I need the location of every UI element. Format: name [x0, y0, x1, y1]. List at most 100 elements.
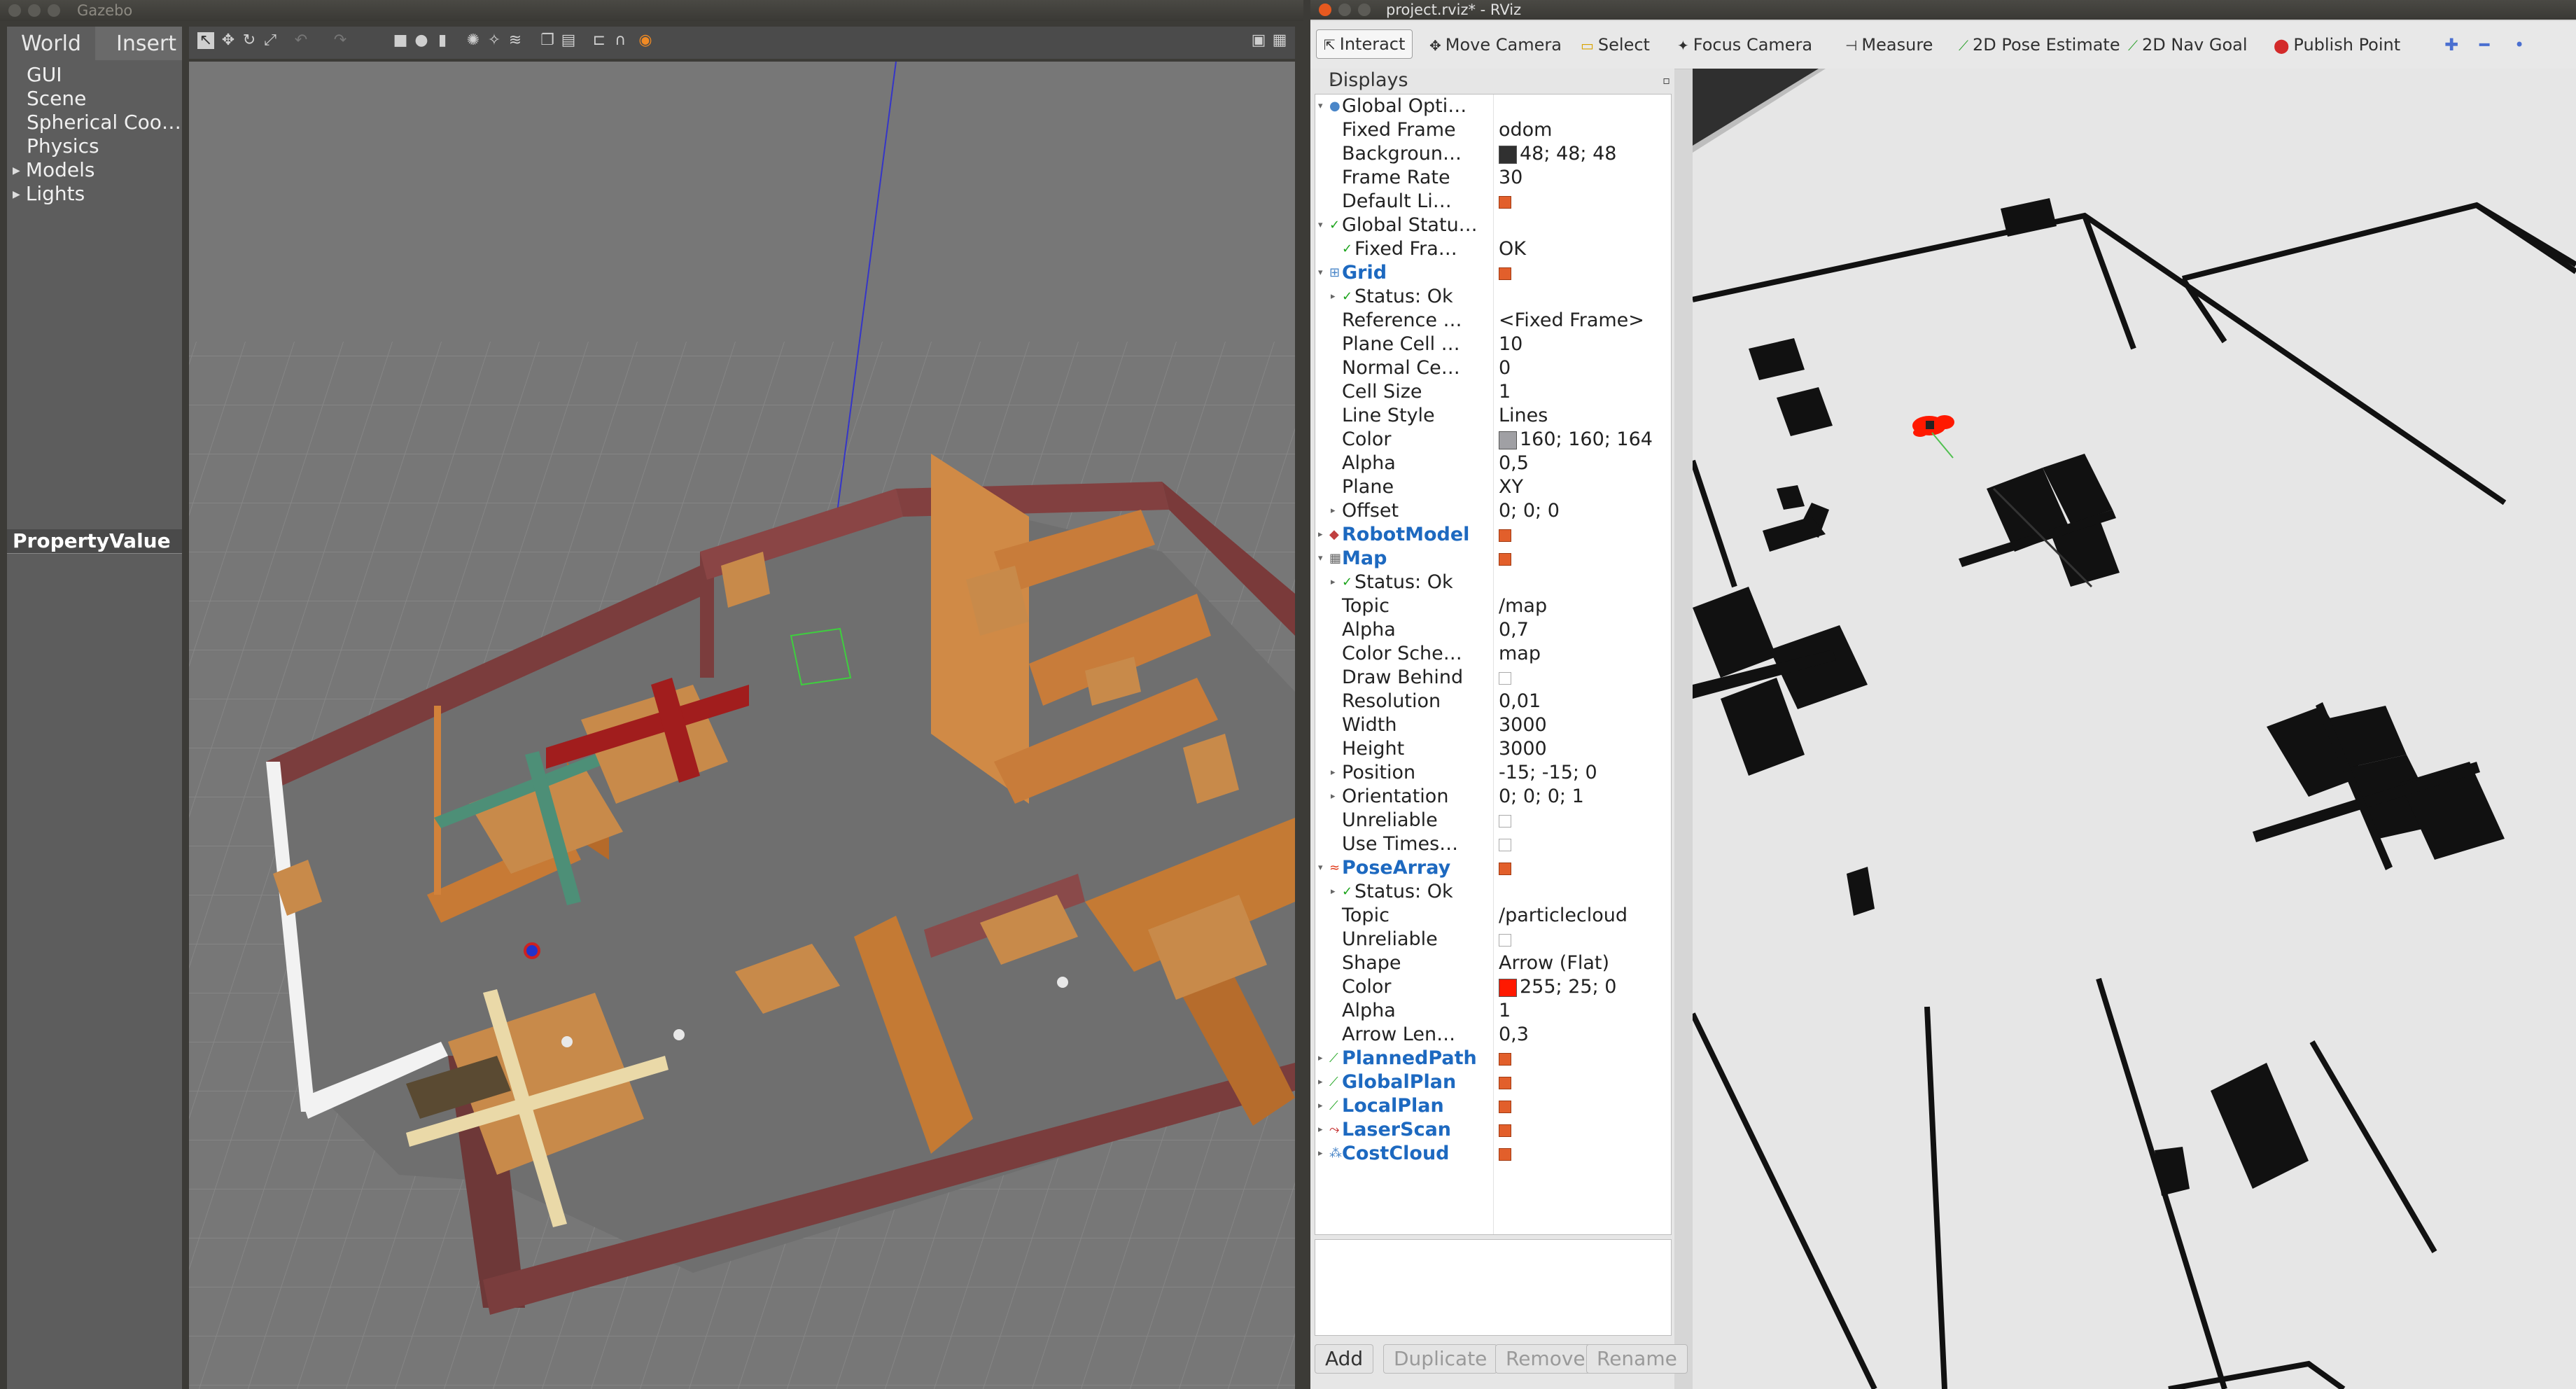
display-row-value[interactable]: OK — [1499, 237, 1526, 261]
tree-item-lights[interactable]: ▶ Lights — [13, 182, 181, 206]
display-row-value[interactable]: 160; 160; 164 — [1499, 428, 1653, 452]
tab-world[interactable]: World — [7, 27, 95, 60]
display-row[interactable]: ▸ ✓ Status: Ok — [1315, 285, 1671, 309]
checkbox[interactable] — [1499, 267, 1511, 280]
display-row[interactable]: ▸ ✓ Status: Ok — [1315, 880, 1671, 904]
display-row-value[interactable] — [1499, 1047, 1511, 1070]
remove-display-button[interactable]: Remove — [1495, 1344, 1596, 1374]
display-row-value[interactable] — [1499, 261, 1511, 285]
display-row-value[interactable]: 1 — [1499, 999, 1511, 1023]
display-row-value[interactable]: 1 — [1499, 380, 1511, 404]
checkbox[interactable] — [1499, 814, 1511, 828]
tree-item-spherical-coordinates[interactable]: Spherical Coo… — [27, 111, 181, 134]
expand-arrow-icon[interactable]: ▸ — [1318, 1094, 1323, 1118]
display-row[interactable]: Use Times… — [1315, 832, 1671, 856]
display-row-value[interactable] — [1499, 547, 1511, 571]
spot-light-icon[interactable]: ✧ — [486, 32, 503, 49]
display-row-value[interactable]: 3000 — [1499, 713, 1547, 737]
tool-publish-point[interactable]: ⬤ Publish Point — [2274, 32, 2400, 57]
translate-mode-icon[interactable]: ✥ — [220, 32, 237, 49]
display-row[interactable]: ▸ Offset 0; 0; 0 — [1315, 499, 1671, 523]
display-row[interactable]: Draw Behind — [1315, 666, 1671, 690]
checkbox[interactable] — [1499, 552, 1511, 566]
expand-arrow-icon[interactable]: ▸ — [1318, 523, 1323, 547]
display-row-value[interactable]: 0,3 — [1499, 1023, 1529, 1047]
checkbox[interactable] — [1499, 529, 1511, 542]
copy-icon[interactable]: ❐ — [539, 32, 556, 49]
display-row[interactable]: Frame Rate 30 — [1315, 166, 1671, 190]
tool-measure[interactable]: ⊣ Measure — [1845, 32, 1933, 57]
paste-icon[interactable]: ▤ — [560, 32, 577, 49]
display-row-value[interactable]: map — [1499, 642, 1541, 666]
display-row[interactable]: ▸ ⟋ PlannedPath — [1315, 1047, 1671, 1070]
snap-icon[interactable]: ∩ — [612, 32, 629, 49]
minimize-window-icon[interactable] — [28, 4, 41, 17]
display-row[interactable]: Fixed Frame odom — [1315, 118, 1671, 142]
display-row-value[interactable]: /particlecloud — [1499, 904, 1628, 928]
display-row-value[interactable]: -15; -15; 0 — [1499, 761, 1597, 785]
display-row-value[interactable] — [1499, 809, 1511, 832]
display-row[interactable]: ▸ ◆ RobotModel — [1315, 523, 1671, 547]
display-row[interactable]: Topic/map — [1315, 594, 1671, 618]
display-row[interactable]: ▸ Position -15; -15; 0 — [1315, 761, 1671, 785]
display-row-value[interactable]: 10 — [1499, 333, 1522, 356]
display-row[interactable]: ▾ ✓ Global Statu… — [1315, 214, 1671, 237]
checkbox[interactable] — [1499, 1052, 1511, 1066]
expand-arrow-icon[interactable]: ▸ — [1331, 880, 1336, 904]
display-row[interactable]: ▸ ⁂ CostCloud — [1315, 1142, 1671, 1166]
display-row[interactable]: Unreliable — [1315, 928, 1671, 951]
tree-item-models[interactable]: ▶ Models — [13, 158, 181, 182]
record-icon[interactable]: ▦ — [1271, 32, 1288, 49]
display-row[interactable]: Cell Size 1 — [1315, 380, 1671, 404]
display-row-value[interactable] — [1499, 1142, 1511, 1166]
add-tool-button[interactable]: ✚ — [2444, 32, 2458, 57]
expand-arrow-icon[interactable]: ▸ — [1318, 1118, 1323, 1142]
tool-select[interactable]: ▭ Select — [1581, 32, 1650, 57]
display-row-value[interactable]: Lines — [1499, 404, 1548, 428]
display-row-value[interactable]: odom — [1499, 118, 1552, 142]
display-row[interactable]: Arrow Len… 0,3 — [1315, 1023, 1671, 1047]
display-row[interactable]: Width 3000 — [1315, 713, 1671, 737]
display-row-value[interactable] — [1499, 1070, 1511, 1094]
checkbox[interactable] — [1499, 862, 1511, 875]
display-row[interactable]: Plane XY — [1315, 475, 1671, 499]
add-display-button[interactable]: Add — [1315, 1344, 1374, 1374]
display-row[interactable]: Color Sche… map — [1315, 642, 1671, 666]
expand-arrow-icon[interactable]: ▸ — [1331, 785, 1336, 809]
display-row[interactable]: Topic/particlecloud — [1315, 904, 1671, 928]
display-row[interactable]: ✓ Fixed Fra… OK — [1315, 237, 1671, 261]
display-row-value[interactable]: 0; 0; 0; 1 — [1499, 785, 1584, 809]
color-swatch[interactable] — [1499, 145, 1517, 164]
display-row[interactable]: Plane Cell … 10 — [1315, 333, 1671, 356]
display-row-value[interactable] — [1499, 190, 1511, 214]
align-icon[interactable]: ⊏ — [591, 32, 608, 49]
checkbox[interactable] — [1499, 1147, 1511, 1161]
duplicate-display-button[interactable]: Duplicate — [1383, 1344, 1498, 1374]
display-row[interactable]: Alpha 1 — [1315, 999, 1671, 1023]
tool-focus-camera[interactable]: ✦ Focus Camera — [1677, 32, 1812, 57]
display-row[interactable]: Height 3000 — [1315, 737, 1671, 761]
color-swatch[interactable] — [1499, 978, 1517, 997]
display-row-value[interactable]: 0 — [1499, 356, 1511, 380]
display-row[interactable]: Alpha 0,7 — [1315, 618, 1671, 642]
display-row-value[interactable]: 0,5 — [1499, 452, 1529, 475]
screenshot-icon[interactable]: ◉ — [637, 32, 654, 49]
display-row[interactable]: ▾ ▦ Map — [1315, 547, 1671, 571]
expand-arrow-icon[interactable]: ▶ — [13, 159, 20, 183]
rviz-3d-view[interactable] — [1693, 69, 2576, 1389]
display-row[interactable]: ▸ ⤳ LaserScan — [1315, 1118, 1671, 1142]
checkbox[interactable] — [1499, 1100, 1511, 1113]
minimize-window-icon[interactable] — [1338, 4, 1351, 16]
display-row-value[interactable] — [1499, 666, 1511, 690]
display-row[interactable]: Unreliable — [1315, 809, 1671, 832]
display-row-value[interactable] — [1499, 832, 1511, 856]
redo-icon[interactable]: ↷ — [332, 32, 349, 49]
remove-tool-button[interactable]: ━ — [2479, 32, 2489, 57]
display-row[interactable]: ▸ ⟋ GlobalPlan — [1315, 1070, 1671, 1094]
display-row[interactable]: Backgroun… 48; 48; 48 — [1315, 142, 1671, 166]
expand-arrow-icon[interactable]: ▾ — [1318, 261, 1323, 285]
display-row[interactable]: Shape Arrow (Flat) — [1315, 951, 1671, 975]
display-row-value[interactable] — [1499, 1094, 1511, 1118]
display-row-value[interactable] — [1499, 856, 1511, 880]
display-row[interactable]: Normal Ce… 0 — [1315, 356, 1671, 380]
